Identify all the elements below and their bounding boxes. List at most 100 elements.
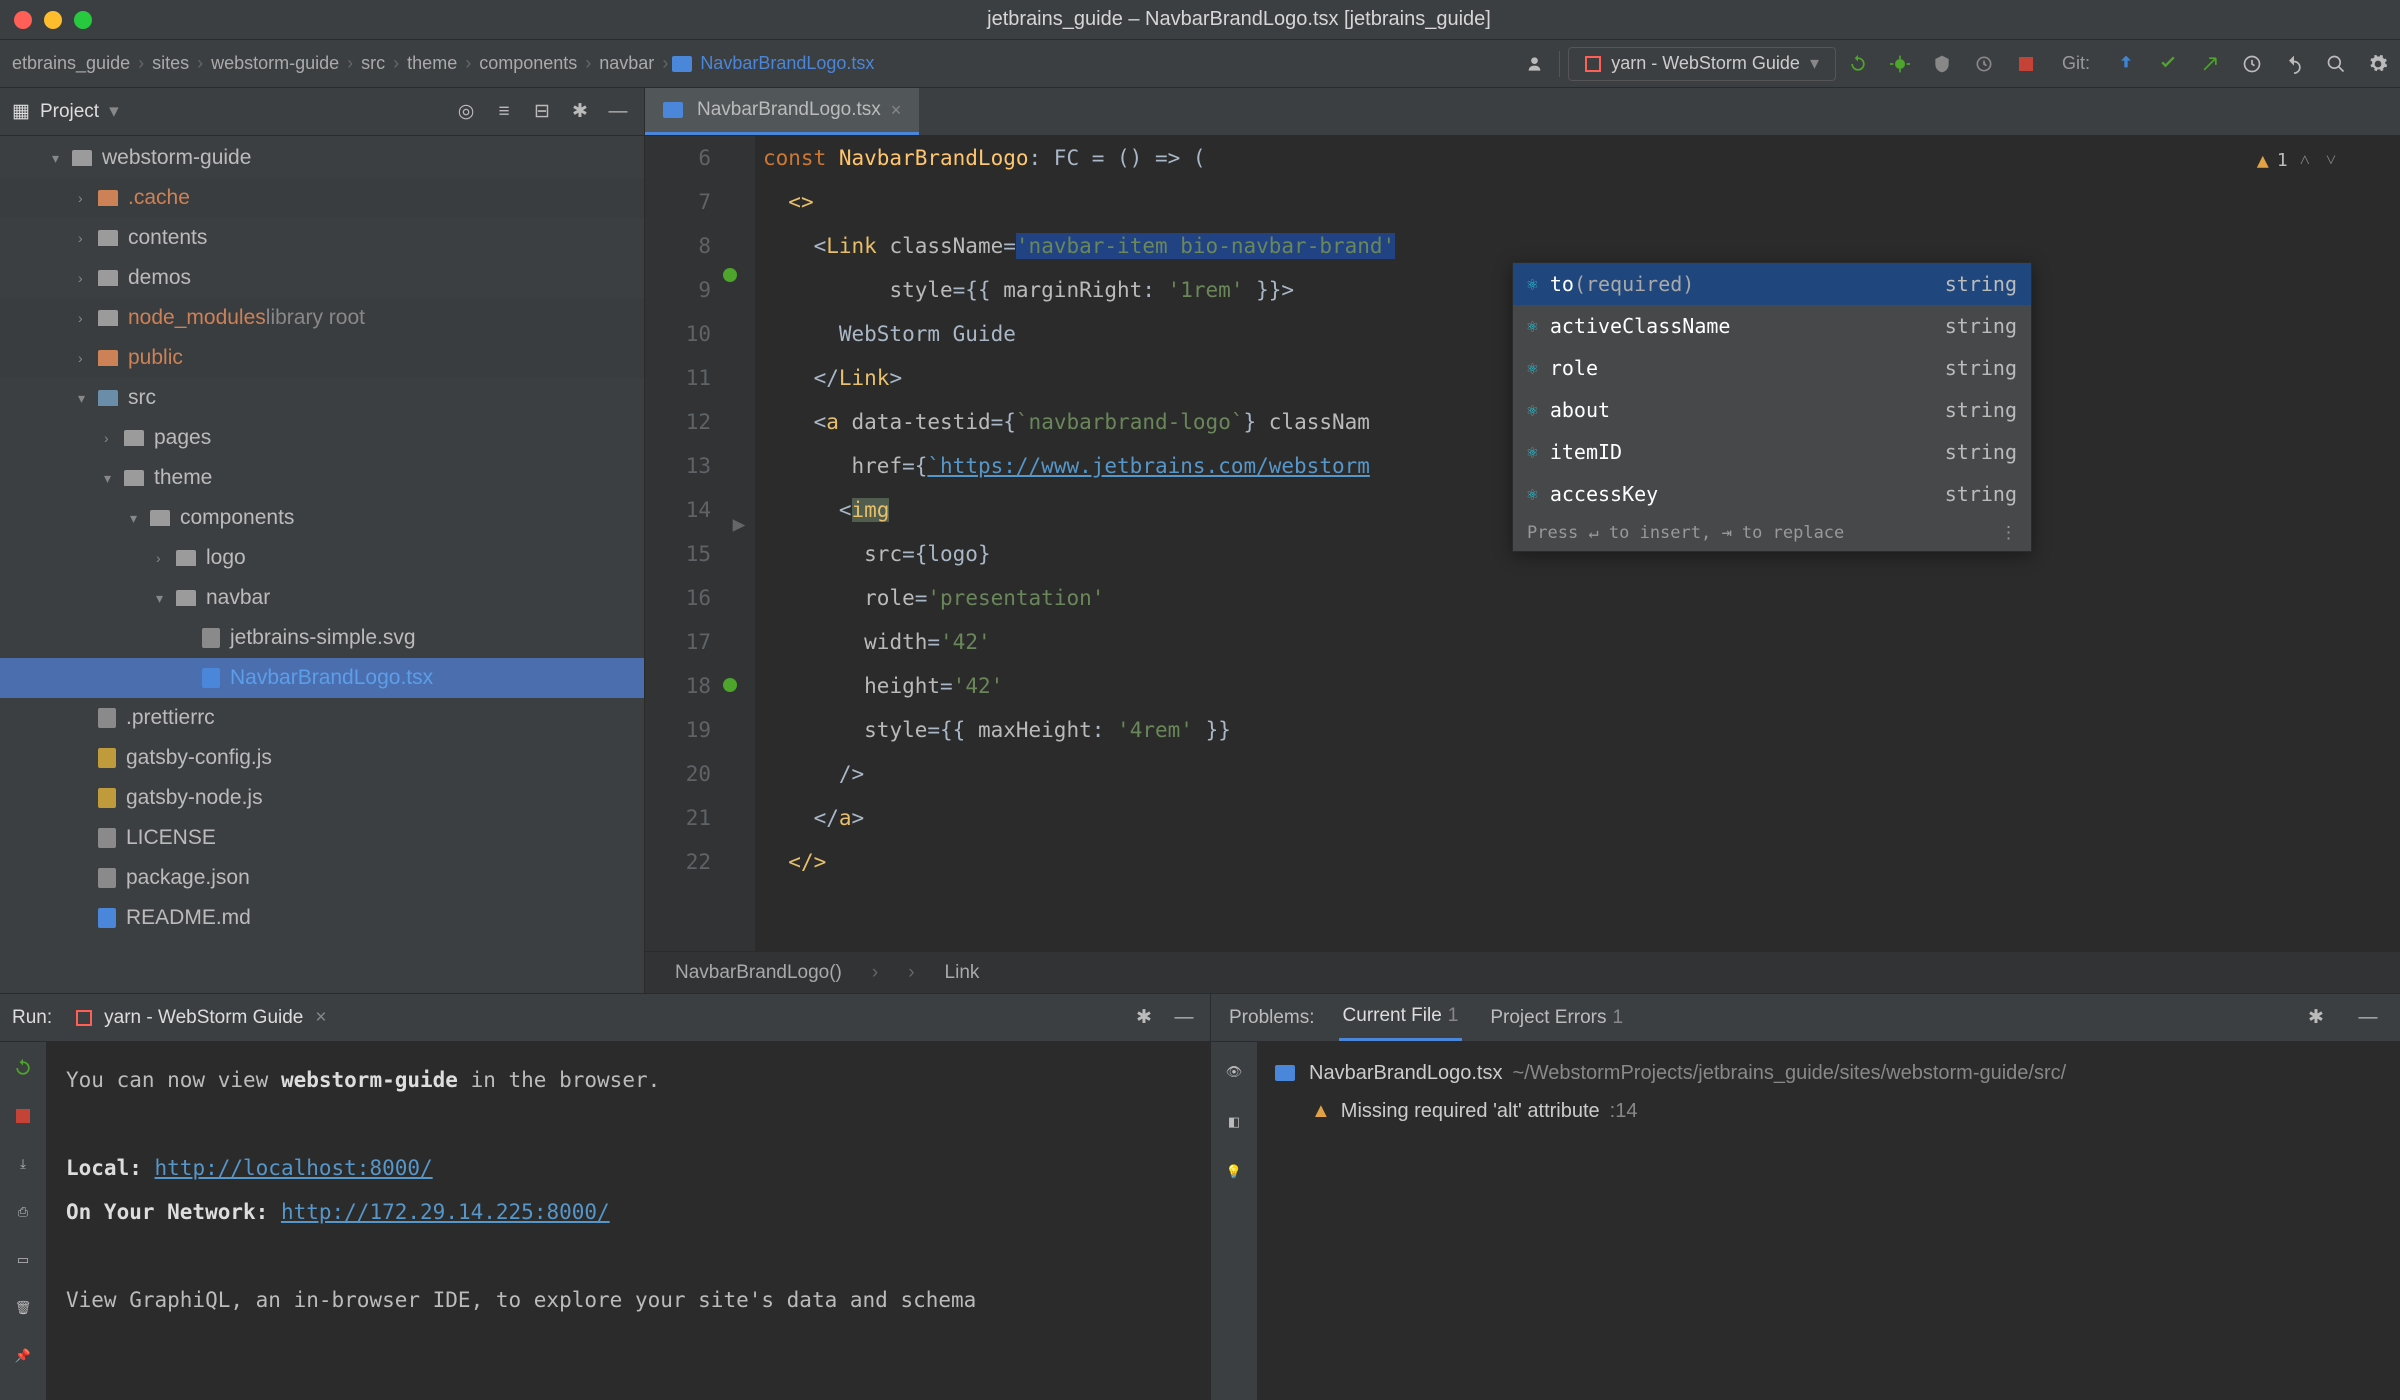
tree-chevron-icon[interactable]: ▾ (52, 150, 72, 167)
tree-chevron-icon[interactable]: ▾ (130, 510, 150, 527)
inspection-indicator[interactable]: ▲ 1 ˄ ˅ (2257, 148, 2340, 172)
trash-icon[interactable]: 🗑 (9, 1294, 37, 1322)
layout-icon[interactable]: ▭ (9, 1246, 37, 1274)
minimize-window-button[interactable] (44, 11, 62, 29)
project-pane-title[interactable]: Project (40, 101, 99, 123)
tree-item[interactable]: .prettierrc (0, 698, 644, 738)
tree-item[interactable]: ›public (0, 338, 644, 378)
tree-item[interactable]: NavbarBrandLogo.tsx (0, 658, 644, 698)
hide-icon[interactable]: — (1170, 1004, 1198, 1032)
tree-item[interactable]: ›demos (0, 258, 644, 298)
eye-icon[interactable]: 👁 (1220, 1058, 1248, 1086)
maximize-window-button[interactable] (74, 11, 92, 29)
run-config-name[interactable]: yarn - WebStorm Guide (104, 1007, 303, 1029)
breadcrumb[interactable]: etbrains_guide› sites› webstorm-guide› s… (8, 53, 878, 74)
tree-item[interactable]: ▾navbar (0, 578, 644, 618)
coverage-icon[interactable] (1928, 50, 1956, 78)
bulb-icon[interactable]: 💡 (1220, 1158, 1248, 1186)
tree-chevron-icon[interactable]: › (78, 270, 98, 286)
history-icon[interactable] (2238, 50, 2266, 78)
autocomplete-item[interactable]: ⚛ activeClassName string (1513, 305, 2031, 347)
autocomplete-item[interactable]: ⚛ about string (1513, 389, 2031, 431)
problems-list[interactable]: NavbarBrandLogo.tsx ~/WebstormProjects/j… (1257, 1042, 2400, 1400)
gear-icon[interactable]: ✱ (1130, 1004, 1158, 1032)
autocomplete-item[interactable]: ⚛ accessKey string (1513, 473, 2031, 515)
tree-item[interactable]: ›logo (0, 538, 644, 578)
breadcrumb-item[interactable]: theme (403, 53, 461, 74)
code-editor[interactable]: 6789101112 13141516171819 202122 ▶ const… (645, 136, 2400, 951)
breadcrumb-item[interactable]: webstorm-guide (207, 53, 343, 74)
rerun-icon[interactable] (9, 1054, 37, 1082)
autocomplete-item[interactable]: ⚛ itemID string (1513, 431, 2031, 473)
collapse-all-icon[interactable]: ⊟ (528, 98, 556, 126)
close-tab-icon[interactable]: × (891, 100, 902, 121)
tree-chevron-icon[interactable]: › (156, 550, 176, 566)
tree-item[interactable]: gatsby-config.js (0, 738, 644, 778)
add-user-icon[interactable] (1523, 50, 1551, 78)
tree-chevron-icon[interactable]: › (78, 310, 98, 326)
run-config-selector[interactable]: yarn - WebStorm Guide ▾ (1568, 47, 1836, 81)
tree-item[interactable]: jetbrains-simple.svg (0, 618, 644, 658)
breadcrumb-file[interactable]: NavbarBrandLogo.tsx (696, 53, 878, 74)
search-icon[interactable] (2322, 50, 2350, 78)
tree-chevron-icon[interactable]: ▾ (78, 390, 98, 407)
tree-chevron-icon[interactable]: › (78, 230, 98, 246)
vcs-change-mark[interactable] (723, 268, 755, 282)
tab-current-file[interactable]: Current File1 (1339, 994, 1463, 1041)
gear-icon[interactable]: ✱ (2302, 1004, 2330, 1032)
breadcrumb-item[interactable]: components (475, 53, 581, 74)
tree-item[interactable]: ▾theme (0, 458, 644, 498)
panel-icon[interactable]: ◧ (1220, 1108, 1248, 1136)
update-project-icon[interactable] (2112, 50, 2140, 78)
stop-button[interactable] (9, 1102, 37, 1130)
hide-icon[interactable]: — (2354, 1004, 2382, 1032)
expand-all-icon[interactable]: ≡ (490, 98, 518, 126)
tree-item[interactable]: ›pages (0, 418, 644, 458)
footer-el[interactable]: Link (945, 962, 980, 984)
tree-item[interactable]: ›.cache (0, 178, 644, 218)
breadcrumb-item[interactable]: sites (148, 53, 193, 74)
autocomplete-item[interactable]: ⚛ role string (1513, 347, 2031, 389)
autocomplete-popup[interactable]: ⚛ to (required) string⚛ activeClassName … (1512, 262, 2032, 552)
editor-tab[interactable]: NavbarBrandLogo.tsx × (645, 88, 919, 135)
tree-item[interactable]: ▾components (0, 498, 644, 538)
breadcrumb-item[interactable]: src (357, 53, 389, 74)
tree-item[interactable]: ▾webstorm-guide (0, 138, 644, 178)
tree-chevron-icon[interactable]: › (78, 350, 98, 366)
footer-fn[interactable]: NavbarBrandLogo() (675, 962, 842, 984)
tree-chevron-icon[interactable]: › (104, 430, 124, 446)
select-opened-file-icon[interactable]: ◎ (452, 98, 480, 126)
gear-icon[interactable]: ✱ (566, 98, 594, 126)
prev-highlight-icon[interactable]: ˄ (2296, 150, 2314, 171)
more-icon[interactable]: ⋮ (2000, 523, 2017, 543)
run-console-output[interactable]: You can now view webstorm-guide in the b… (46, 1042, 1210, 1400)
hide-icon[interactable]: — (604, 98, 632, 126)
autocomplete-item[interactable]: ⚛ to (required) string (1513, 263, 2031, 305)
close-tab-icon[interactable]: × (315, 1007, 326, 1029)
tree-item[interactable]: LICENSE (0, 818, 644, 858)
run-gutter-icon[interactable]: ▶ (723, 502, 755, 546)
rerun-icon[interactable] (1844, 50, 1872, 78)
dropdown-icon[interactable]: ▾ (109, 100, 119, 123)
tree-chevron-icon[interactable]: ▾ (156, 590, 176, 607)
down-icon[interactable]: ⤓ (9, 1150, 37, 1178)
rollback-icon[interactable] (2280, 50, 2308, 78)
project-tree[interactable]: ▾webstorm-guide›.cache›contents›demos›no… (0, 136, 644, 993)
stop-button[interactable] (2012, 50, 2040, 78)
pin-icon[interactable]: 📌 (9, 1342, 37, 1370)
tree-item[interactable]: ›node_modules library root (0, 298, 644, 338)
tree-item[interactable]: README.md (0, 898, 644, 938)
tree-chevron-icon[interactable]: › (78, 190, 98, 206)
breadcrumb-item[interactable]: navbar (595, 53, 658, 74)
tree-chevron-icon[interactable]: ▾ (104, 470, 124, 487)
print-icon[interactable]: ⎙ (9, 1198, 37, 1226)
commit-icon[interactable] (2154, 50, 2182, 78)
tree-item[interactable]: ›contents (0, 218, 644, 258)
close-window-button[interactable] (14, 11, 32, 29)
tree-item[interactable]: gatsby-node.js (0, 778, 644, 818)
breadcrumb-item[interactable]: etbrains_guide (8, 53, 134, 74)
next-highlight-icon[interactable]: ˅ (2322, 150, 2340, 171)
push-icon[interactable] (2196, 50, 2224, 78)
local-url-link[interactable]: http://localhost:8000/ (155, 1156, 433, 1180)
gear-icon[interactable] (2364, 50, 2392, 78)
